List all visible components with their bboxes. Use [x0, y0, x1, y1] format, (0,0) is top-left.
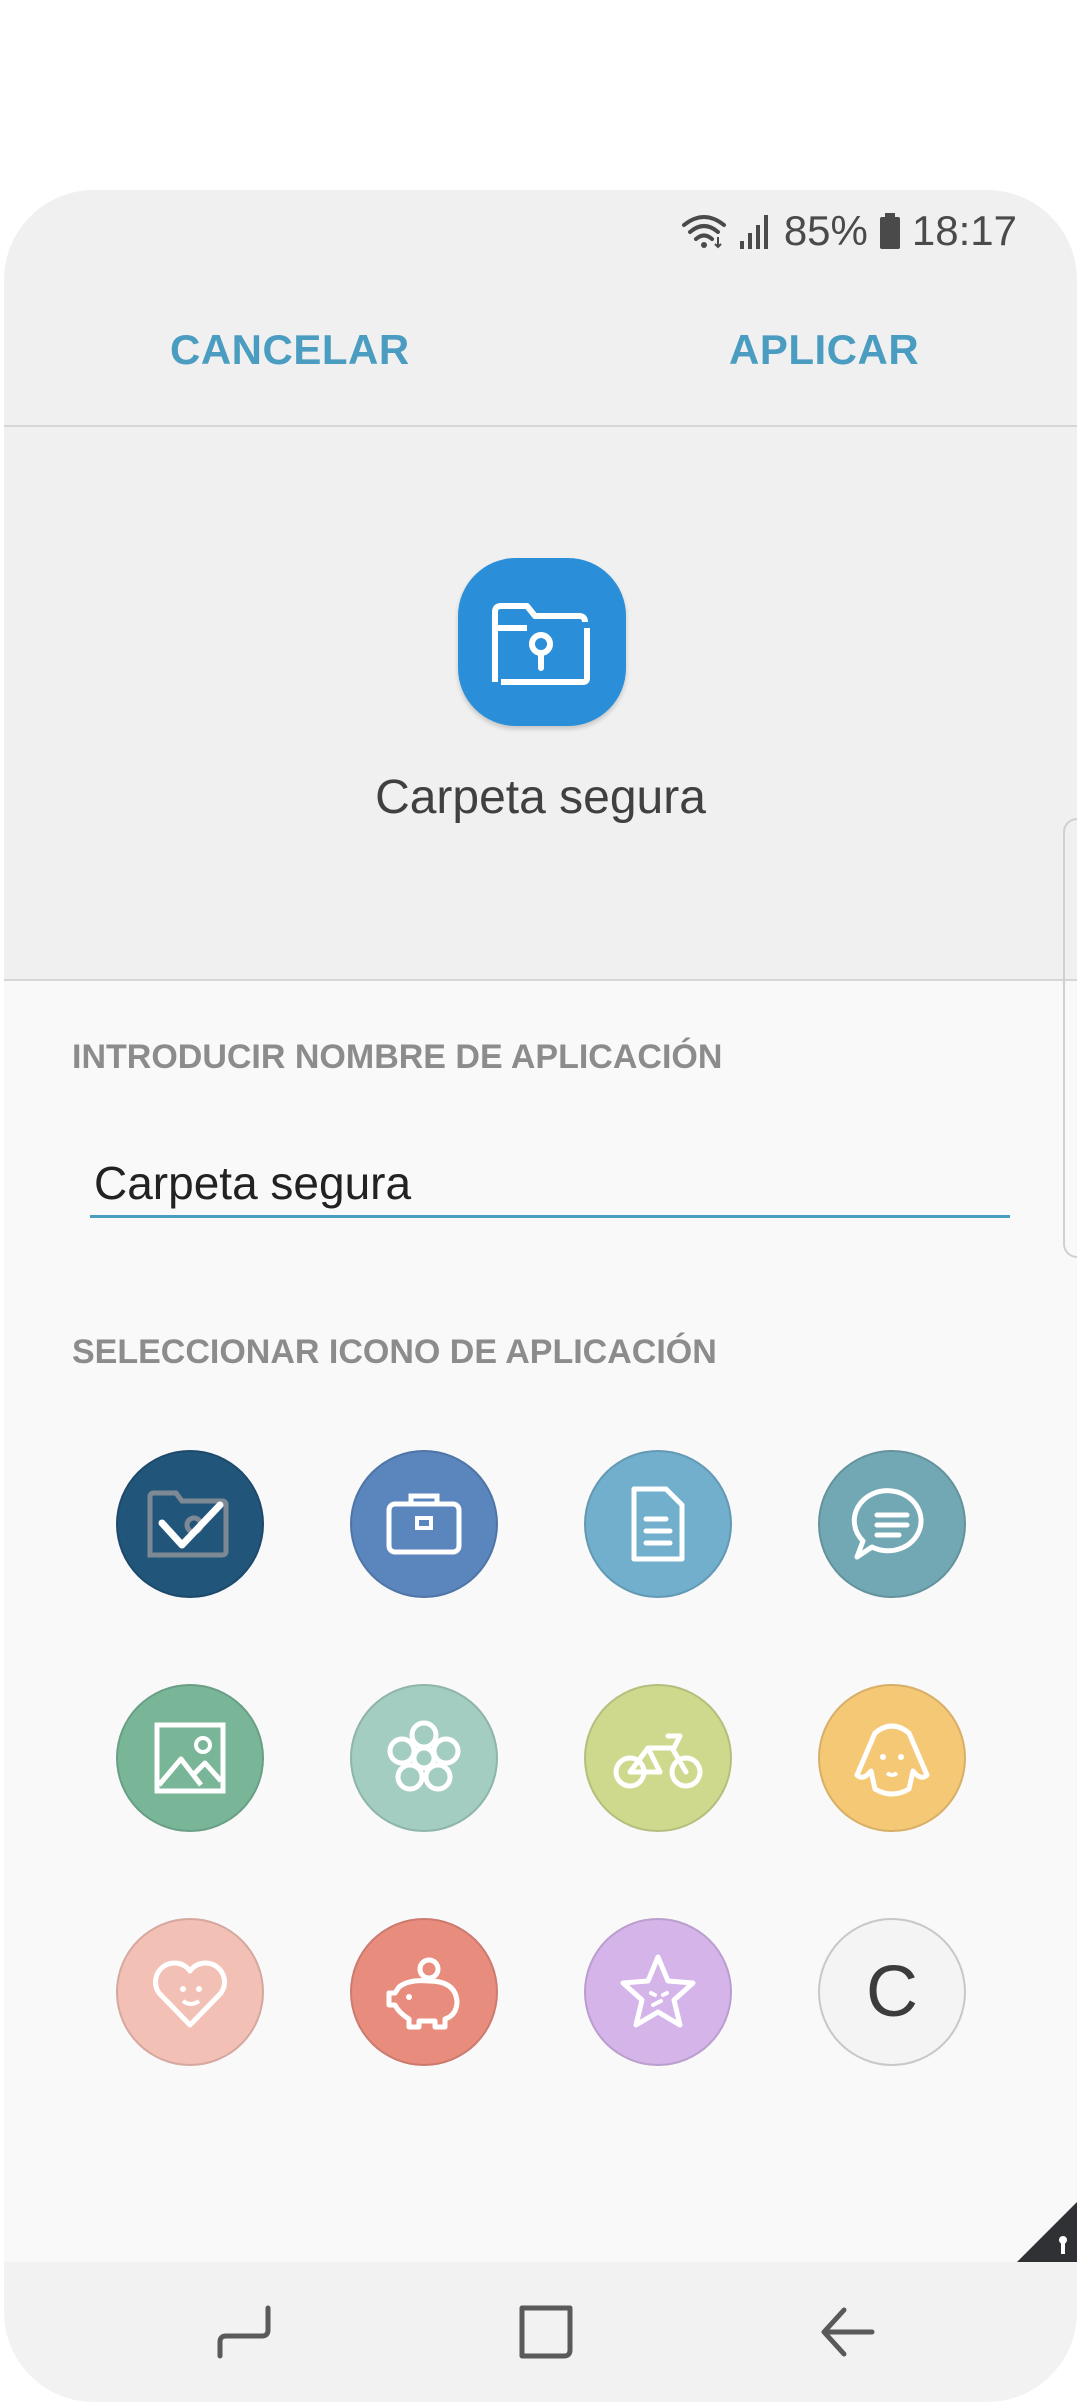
icon-option-piggy-bank[interactable]	[350, 1918, 498, 2066]
icon-option-bicycle[interactable]	[584, 1684, 732, 1832]
signal-icon	[738, 211, 774, 251]
action-bar: CANCELAR APLICAR	[4, 280, 1077, 420]
icon-option-flower[interactable]	[350, 1684, 498, 1832]
app-icon-preview	[458, 558, 626, 726]
piggy-bank-icon	[386, 1957, 460, 2030]
apply-button[interactable]: APLICAR	[729, 280, 919, 420]
phone-screen: 85% 18:17 CANCELAR APLICAR Carpeta segur…	[4, 190, 1077, 2402]
clock: 18:17	[911, 207, 1017, 254]
navigation-bar	[4, 2262, 1077, 2402]
status-bar: 85% 18:17	[680, 196, 1017, 266]
icon-option-secure-folder[interactable]	[116, 1450, 264, 1598]
document-icon	[631, 1486, 685, 1562]
dog-icon	[854, 1723, 930, 1797]
icon-option-star[interactable]	[584, 1918, 732, 2066]
flower-icon	[387, 1720, 461, 1792]
app-name-input[interactable]	[90, 1150, 1010, 1218]
secure-folder-icon	[147, 1490, 229, 1558]
preview-divider	[4, 979, 1077, 981]
back-button[interactable]	[818, 2302, 878, 2362]
secure-folder-icon	[492, 603, 590, 685]
secure-folder-badge	[1017, 2202, 1077, 2262]
icon-option-heart[interactable]	[116, 1918, 264, 2066]
letter-icon: C	[866, 1952, 918, 2032]
icon-option-picture[interactable]	[116, 1684, 264, 1832]
icon-option-dog[interactable]	[818, 1684, 966, 1832]
battery-percent: 85%	[783, 207, 868, 254]
recents-icon	[217, 2305, 271, 2359]
back-icon	[821, 2307, 875, 2357]
star-face-icon	[620, 1954, 696, 2028]
battery-icon	[878, 211, 902, 251]
bicycle-icon	[613, 1733, 703, 1789]
edge-panel-handle[interactable]	[1063, 818, 1077, 1258]
icon-option-chat[interactable]	[818, 1450, 966, 1598]
home-icon	[519, 2305, 573, 2359]
icon-option-letter[interactable]: C	[818, 1918, 966, 2066]
header-divider	[4, 425, 1077, 427]
name-section-label: INTRODUCIR NOMBRE DE APLICACIÓN	[72, 1038, 723, 1076]
picture-icon	[154, 1722, 226, 1794]
app-name-preview: Carpeta segura	[375, 771, 706, 824]
briefcase-icon	[386, 1493, 462, 1555]
heart-face-icon	[153, 1960, 227, 2028]
home-button[interactable]	[516, 2302, 576, 2362]
wifi-icon	[680, 211, 728, 251]
cancel-button[interactable]: CANCELAR	[170, 280, 410, 420]
recents-button[interactable]	[214, 2302, 274, 2362]
icon-option-briefcase[interactable]	[350, 1450, 498, 1598]
icon-section-label: SELECCIONAR ICONO DE APLICACIÓN	[72, 1333, 717, 1371]
chat-bubble-icon	[851, 1488, 924, 1560]
icon-option-document[interactable]	[584, 1450, 732, 1598]
lock-badge-icon	[1017, 2202, 1077, 2262]
